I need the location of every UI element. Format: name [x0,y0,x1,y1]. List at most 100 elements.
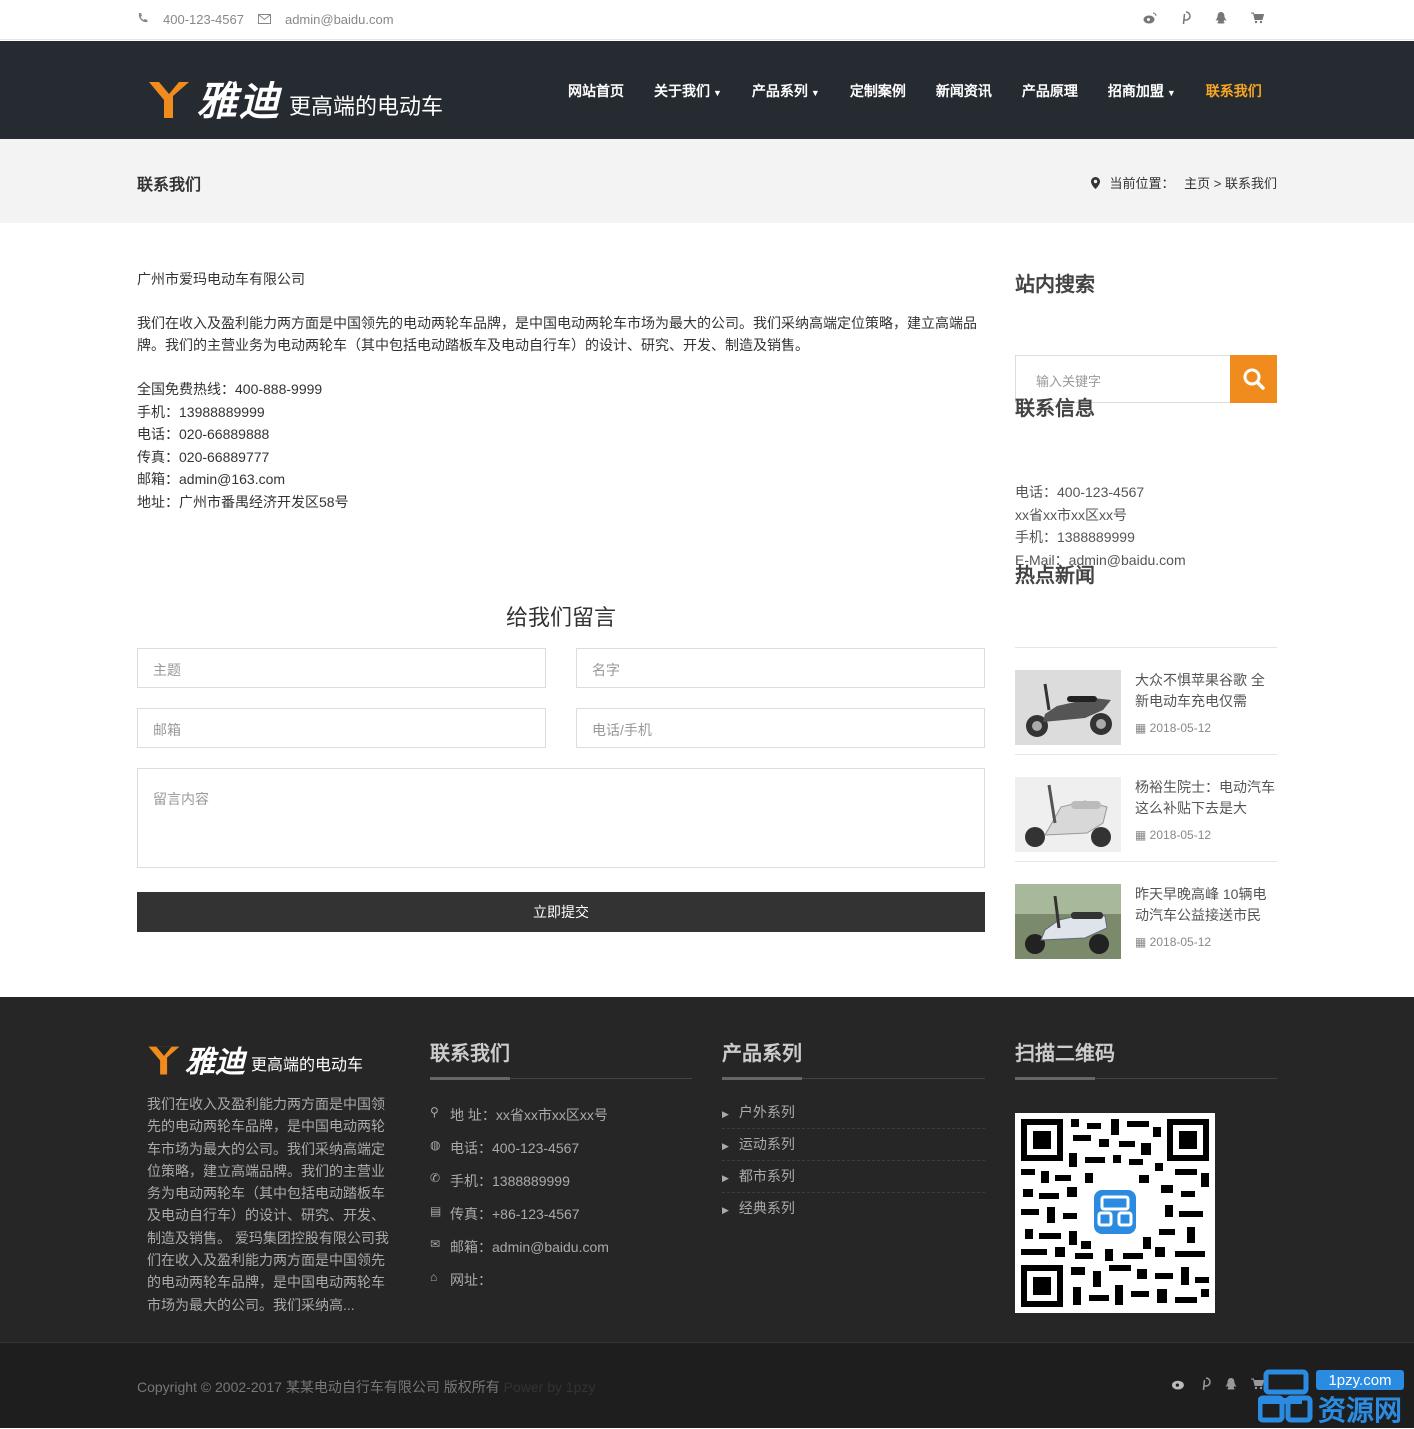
footer-product-link[interactable]: ▶ 都市系列 [722,1161,985,1193]
weibo-icon[interactable] [1143,11,1157,28]
page-title: 联系我们 [137,177,202,194]
nav-label: 招商加盟 [1107,83,1164,99]
company-intro: 我们在收入及盈利能力两方面是中国领先的电动两轮车品牌，是中国电动两轮车市场为最大… [137,315,977,353]
nav-label: 联系我们 [1205,83,1262,99]
bottom-social [1171,1377,1265,1395]
calendar-icon: ▦ [1135,721,1150,735]
nav-item-cases[interactable]: 定制案例 [850,81,906,101]
weibo-icon[interactable] [1171,1377,1187,1395]
brand-slogan: 更高端的电动车 [289,94,444,119]
nav-item-news[interactable]: 新闻资讯 [936,81,992,101]
cart-icon[interactable] [1251,11,1265,28]
fax-line: 传真：020-66889777 [137,448,270,465]
footer-product-list: ▶ 户外系列 ▶ 运动系列 ▶ 都市系列 ▶ 经典系列 [722,1097,985,1225]
search-input[interactable]: 输入关键字 [1036,371,1101,390]
breadcrumb-separator: > [1213,176,1222,191]
footer-contact-text: 传真：+86-123-4567 [450,1206,580,1222]
company-name: 广州市爱玛电动车有限公司 [137,271,305,287]
submit-button[interactable]: 立即提交 [137,892,985,932]
site-watermark: 1pzy.com 资源网 [1257,1368,1408,1427]
phone-line: 电话：020-66889888 [137,426,270,442]
top-email[interactable]: admin@baidu.com [285,12,394,27]
nav-item-principle[interactable]: 产品原理 [1022,81,1078,101]
nav-label: 网站首页 [568,83,624,99]
nav-item-products[interactable]: 产品系列 ▼ [752,81,820,101]
email-input[interactable]: 邮箱 [137,708,546,748]
copyright: Copyright © 2002-2017 某某电动自行车有限公司 版权所有 P… [137,1377,595,1397]
footer-contact-item: ◍ 电话：400-123-4567 [430,1138,609,1171]
phone-input[interactable]: 电话/手机 [576,708,985,748]
caret-down-icon: ▼ [810,88,820,98]
message-textarea[interactable]: 留言内容 [137,768,985,868]
search-title: 站内搜索 [1015,274,1095,296]
footer-product-label: 运动系列 [738,1136,795,1152]
nav-item-franchise[interactable]: 招商加盟 ▼ [1108,81,1176,101]
news-item[interactable]: 昨天早晚高峰 10辆电动汽车公益接送市民 ▦ 2018-05-12 [1015,862,1277,969]
news-thumbnail[interactable] [1015,777,1121,852]
news-item[interactable]: 大众不惧苹果谷歌 全新电动车充电仅需 ▦ 2018-05-12 [1015,648,1277,755]
news-title[interactable]: 杨裕生院士：电动汽车这么补贴下去是大 [1135,777,1277,819]
home-icon: ⌂ [430,1270,438,1284]
news-thumbnail[interactable] [1015,670,1121,745]
brand-name: 雅迪 [197,79,281,125]
news-title[interactable]: 昨天早晚高峰 10辆电动汽车公益接送市民 [1135,884,1277,926]
qq-icon[interactable] [1215,11,1227,28]
nav-label: 关于我们 [654,83,710,99]
news-item[interactable]: 杨裕生院士：电动汽车这么补贴下去是大 ▦ 2018-05-12 [1015,755,1277,862]
divider [1015,1077,1277,1080]
pinterest-icon[interactable] [1181,11,1191,28]
footer-products-title: 产品系列 [722,1043,802,1065]
site-logo[interactable]: 雅迪 更高端的电动车 [147,69,443,127]
nav-item-contact[interactable]: 联系我们 [1206,81,1262,101]
caret-right-icon: ▶ [722,1173,729,1183]
phone-icon: ✆ [430,1171,441,1185]
contact-info: 电话：400-123-4567 xx省xx市xx区xx号 手机：13888899… [1015,481,1186,571]
footer-product-label: 都市系列 [738,1168,795,1184]
footer-product-link[interactable]: ▶ 经典系列 [722,1193,985,1225]
calendar-icon: ▦ [1135,828,1150,842]
news-title[interactable]: 大众不惧苹果谷歌 全新电动车充电仅需 [1135,670,1277,712]
footer: 雅迪 更高端的电动车 我们在收入及盈利能力两方面是中国领先的电动两轮车品牌，是中… [0,997,1414,1342]
news-date: ▦ 2018-05-12 [1135,828,1211,842]
subject-input[interactable]: 主题 [137,648,546,688]
footer-description: 我们在收入及盈利能力两方面是中国领先的电动两轮车品牌，是中国电动两轮车市场为最大… [147,1096,389,1313]
map-marker-icon [1090,176,1110,191]
nav-item-home[interactable]: 网站首页 [568,81,624,101]
top-phone: 400-123-4567 [163,12,244,27]
powered-by-link[interactable]: Power by 1pzy [504,1379,596,1395]
mobile-line: 手机：13988889999 [137,403,265,420]
map-marker-icon: ⚲ [430,1105,439,1119]
caret-right-icon: ▶ [722,1141,729,1151]
footer-contact-item: ✆ 手机：1388889999 [430,1171,609,1204]
caret-down-icon: ▼ [1166,88,1176,98]
qq-icon[interactable] [1225,1377,1237,1395]
news-date-text: 2018-05-12 [1149,721,1212,735]
breadcrumb-current: 联系我们 [1224,176,1277,191]
footer-product-label: 户外系列 [738,1104,795,1120]
page-header: 联系我们 当前位置： 主页 > 联系我们 [0,139,1414,223]
address-line: 地址：广州市番禺经济开发区58号 [137,493,349,510]
top-social [1143,11,1265,28]
contact-info-line: 电话：400-123-4567 [1015,484,1145,500]
footer-product-link[interactable]: ▶ 运动系列 [722,1129,985,1161]
footer-product-label: 经典系列 [738,1200,795,1216]
calendar-icon: ▦ [1135,935,1150,949]
footer-logo[interactable]: 雅迪 更高端的电动车 [147,1037,363,1081]
nav-item-about[interactable]: 关于我们 ▼ [654,81,722,101]
envelope-icon: ✉ [430,1237,441,1251]
search-button[interactable] [1230,355,1277,403]
footer-contact-text[interactable]: 邮箱：admin@baidu.com [450,1237,609,1257]
name-input[interactable]: 名字 [576,648,985,688]
footer-product-link[interactable]: ▶ 户外系列 [722,1097,985,1129]
contact-info-line: 手机：1388889999 [1015,529,1135,545]
email-line: 邮箱：admin@163.com [137,471,286,487]
fax-icon: ▤ [430,1204,442,1218]
pinterest-icon[interactable] [1201,1377,1211,1395]
form-title: 给我们留言 [505,605,616,630]
top-contact: 400-123-4567 admin@baidu.com [137,12,394,27]
globe-icon: ◍ [430,1138,441,1152]
search-icon [1243,368,1265,390]
news-thumbnail[interactable] [1015,884,1121,959]
news-date-text: 2018-05-12 [1149,828,1212,842]
breadcrumb-home[interactable]: 主页 [1184,176,1210,191]
